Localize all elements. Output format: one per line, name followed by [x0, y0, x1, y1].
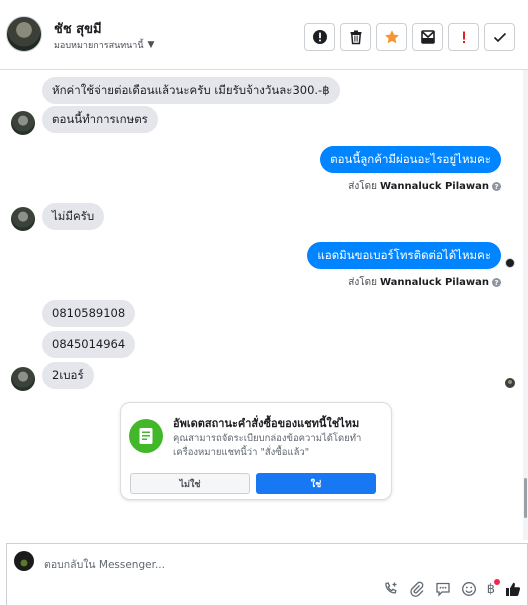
follow-up-button[interactable] [448, 23, 479, 51]
conversation-header: ชัช สุขมี มอบหมายการสนทนานี้ ▼ [0, 0, 528, 70]
message-incoming[interactable]: ตอนนี้ทำการเกษตร [42, 106, 158, 133]
alert-circle-icon [312, 30, 327, 44]
paperclip-icon[interactable] [409, 581, 425, 597]
emoji-icon[interactable] [461, 581, 477, 597]
mark-unread-button[interactable] [412, 23, 443, 51]
composer-toolbar: ฿ [383, 578, 521, 597]
sent-by-agent: Wannaluck Pilawan [379, 181, 489, 192]
help-icon[interactable]: ? [492, 278, 501, 287]
check-icon [493, 32, 506, 43]
header-toolbar [304, 23, 515, 51]
seen-indicator-icon [505, 258, 515, 268]
no-button[interactable]: ไม่ใช่ [130, 473, 250, 494]
chat-icon[interactable] [435, 581, 451, 597]
message-incoming[interactable]: 2เบอร์ [42, 362, 94, 389]
sent-by-prefix: ส่งโดย [348, 277, 377, 288]
order-list-icon [129, 419, 163, 453]
card-description: คุณสามารถจัดระเบียบกล่องข้อความได้โดยทำเ… [173, 433, 362, 458]
sent-by-label: ส่งโดย Wannaluck Pilawan ? [348, 179, 501, 194]
sent-by-prefix: ส่งโดย [348, 181, 377, 192]
message-incoming[interactable]: หักค่าใช้จ่ายต่อเดือนแล้วนะครับ เมียรับจ… [42, 77, 340, 104]
sent-by-label: ส่งโดย Wannaluck Pilawan ? [348, 275, 501, 290]
contact-avatar-small [11, 111, 35, 135]
card-title: อัพเดตสถานะคำสั่งซื้อของแชทนี้ใช่ไหม [173, 417, 360, 430]
mark-spam-button[interactable] [304, 23, 335, 51]
help-icon[interactable]: ? [492, 182, 501, 191]
mark-done-button[interactable] [484, 23, 515, 51]
composer: ตอบกลับใน Messenger... ฿ [6, 543, 528, 605]
read-receipt-avatar [505, 378, 515, 388]
thumbs-up-icon[interactable] [505, 581, 521, 597]
assign-conversation-dropdown[interactable]: มอบหมายการสนทนานี้ ▼ [54, 38, 154, 52]
sent-by-agent: Wannaluck Pilawan [379, 277, 489, 288]
contact-avatar-small [11, 367, 35, 391]
trash-icon [350, 30, 361, 45]
order-status-card: อัพเดตสถานะคำสั่งซื้อของแชทนี้ใช่ไหม คุณ… [120, 402, 392, 500]
message-incoming[interactable]: 0810589108 [42, 300, 136, 327]
contact-name[interactable]: ชัช สุขมี [54, 18, 102, 39]
reply-input[interactable]: ตอบกลับใน Messenger... [44, 556, 165, 573]
scrollbar-thumb[interactable] [524, 478, 527, 518]
mail-mark-icon [420, 30, 435, 44]
contact-avatar[interactable] [6, 16, 42, 52]
notification-dot [494, 578, 500, 585]
star-icon [384, 30, 399, 44]
delete-button[interactable] [340, 23, 371, 51]
message-incoming[interactable]: ไม่มีครับ [42, 203, 105, 230]
exclamation-icon [462, 31, 465, 43]
baht-icon[interactable]: ฿ [487, 578, 500, 597]
message-outgoing[interactable]: ตอนนี้ลูกค้ามีผ่อนอะไรอยู่ไหมคะ [320, 146, 501, 173]
contact-avatar-small [11, 207, 35, 231]
assign-label: มอบหมายการสนทนานี้ [54, 41, 144, 51]
phone-plus-icon[interactable] [383, 581, 399, 597]
star-button[interactable] [376, 23, 407, 51]
yes-button[interactable]: ใช่ [256, 473, 376, 494]
caret-down-icon: ▼ [147, 40, 155, 50]
scrollbar-track[interactable] [523, 70, 528, 540]
message-outgoing[interactable]: แอดมินขอเบอร์โทรติดต่อได้ไหมคะ [307, 242, 501, 269]
message-incoming[interactable]: 0845014964 [42, 331, 136, 358]
page-avatar [14, 551, 34, 571]
